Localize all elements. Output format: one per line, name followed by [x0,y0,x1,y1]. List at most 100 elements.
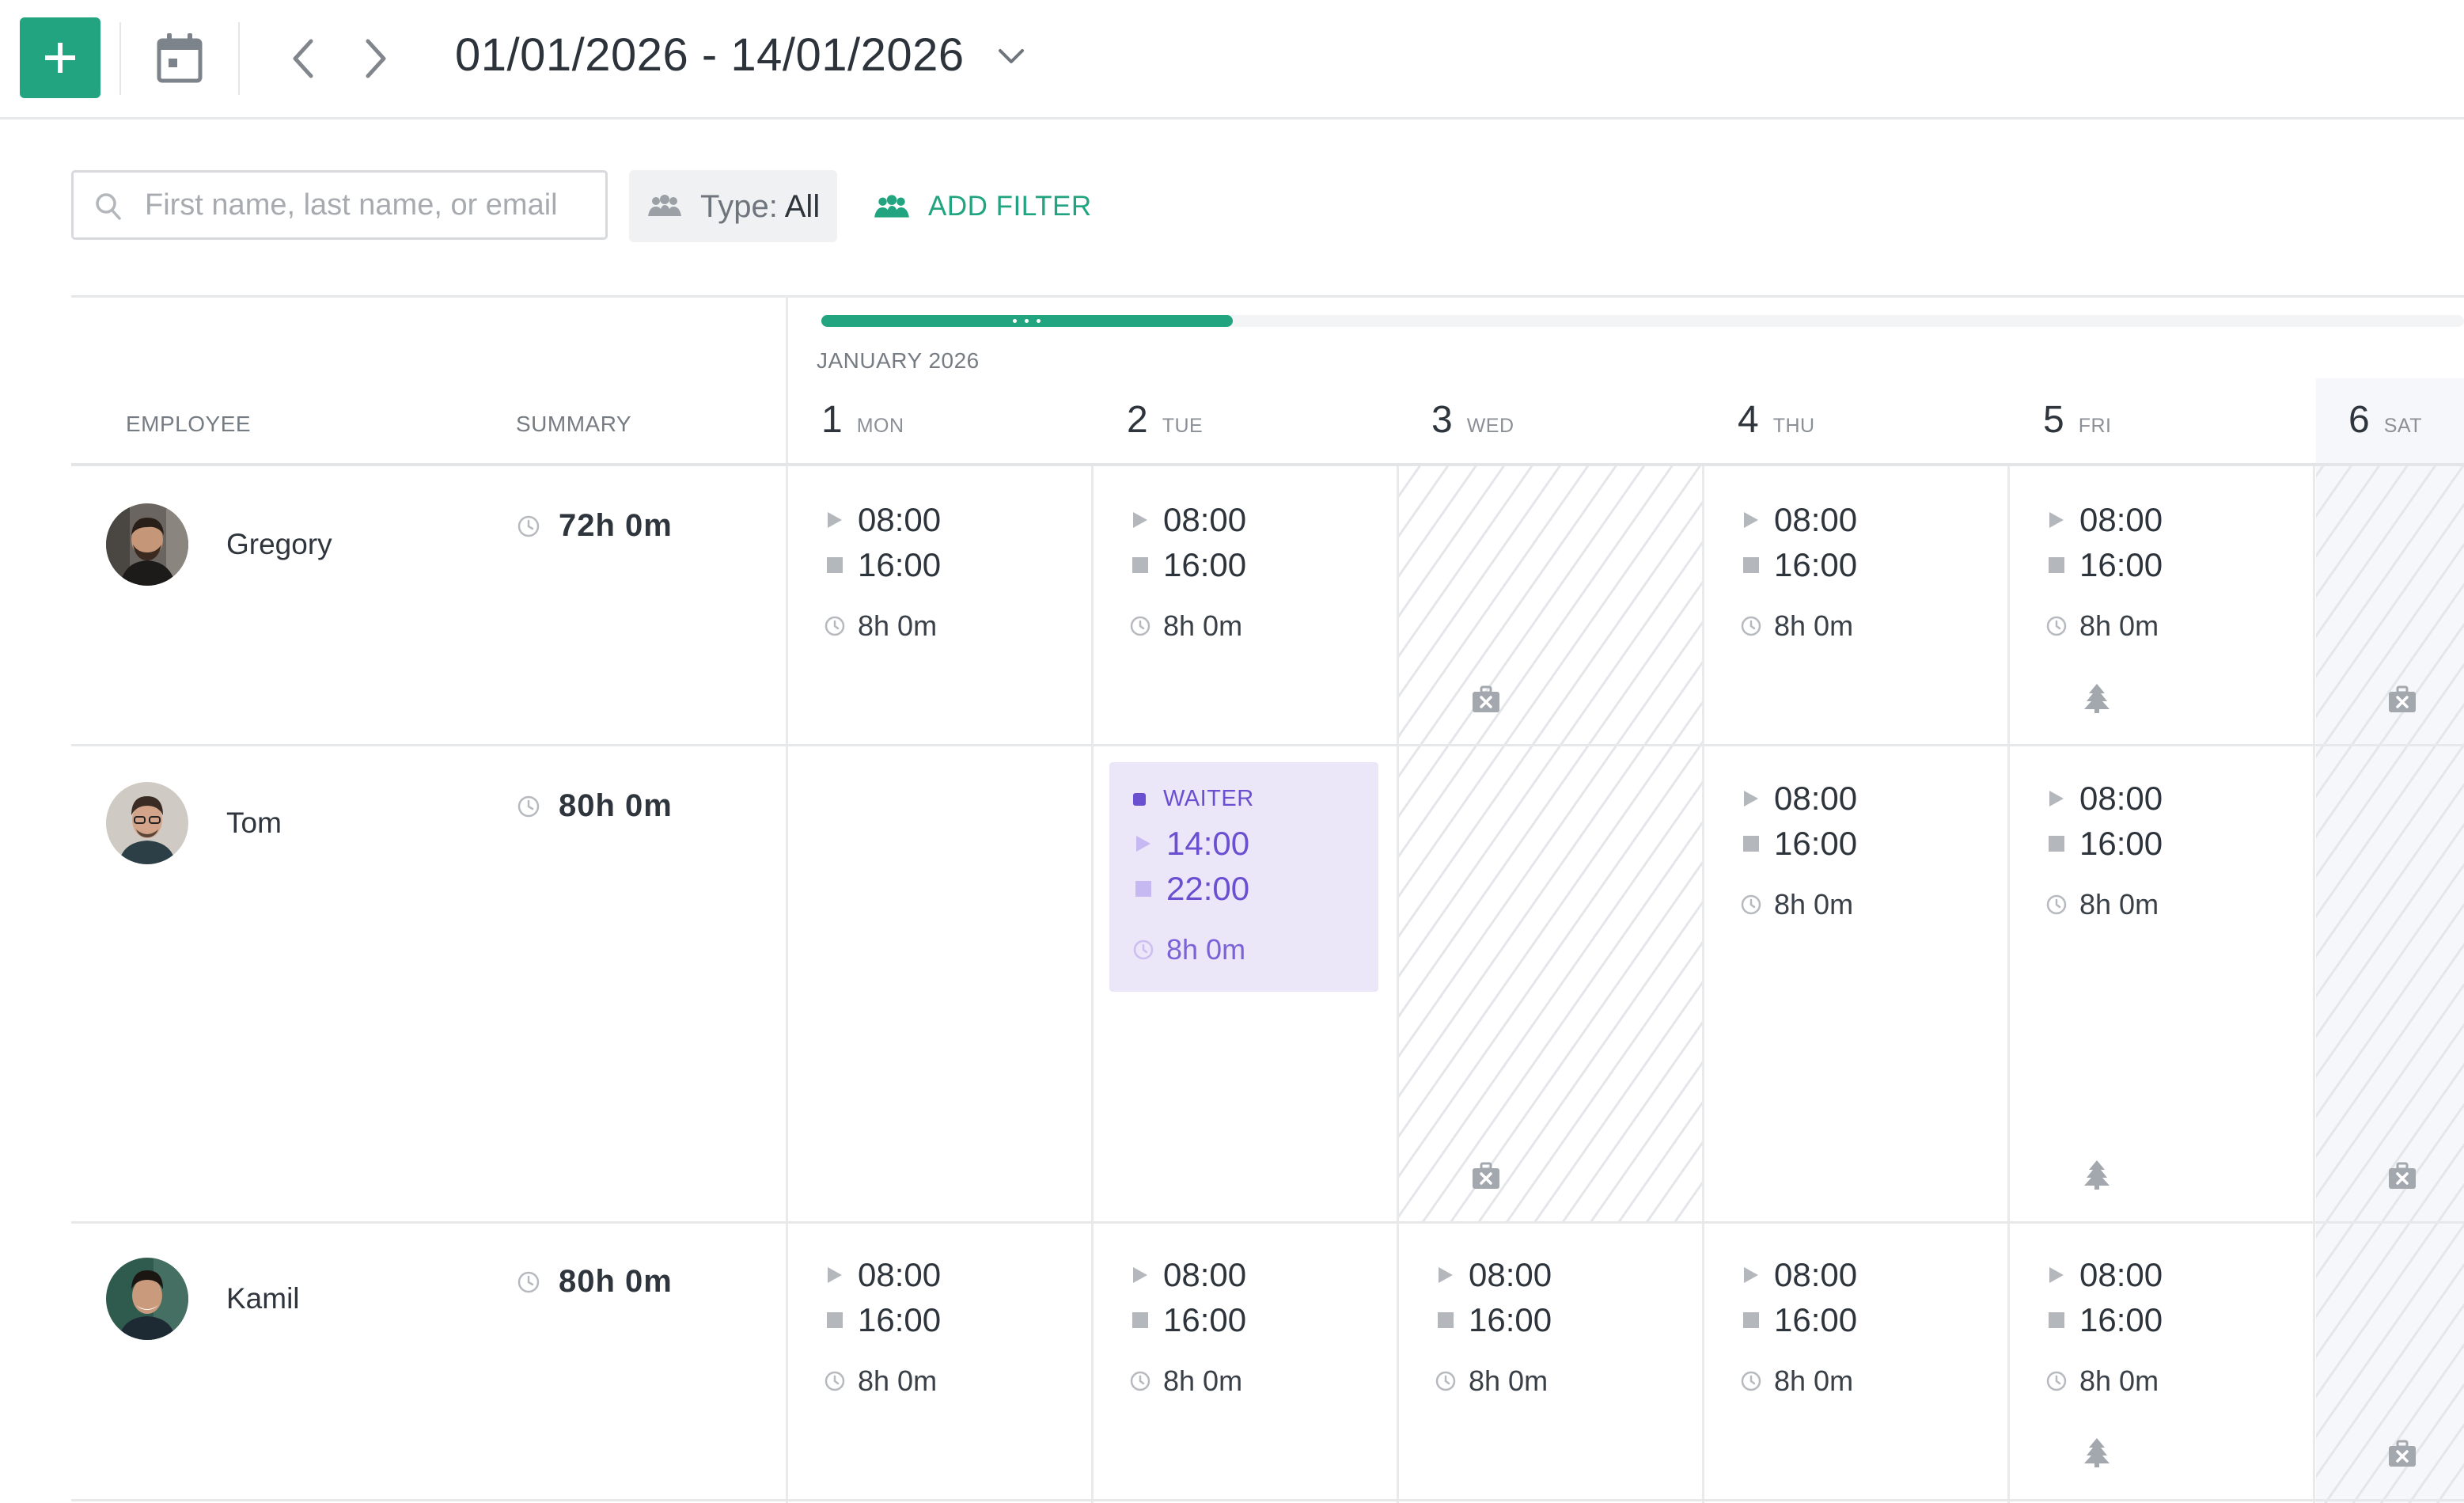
shift-start: 08:00 [2045,500,2163,540]
employee-summary: 72h 0m [516,508,673,544]
shift-duration-value: 8h 0m [1163,609,1243,642]
stop-icon [1739,1308,1763,1332]
shift-duration: 8h 0m [1739,885,1853,924]
day-name: SAT [2383,415,2422,437]
stop-icon [823,1308,847,1332]
shift-end: 16:00 [1739,1300,1857,1340]
date-range-label[interactable]: 01/01/2026 - 14/01/2026 [455,28,965,82]
shift-duration-value: 8h 0m [1166,933,1246,966]
medical-bag-icon [2389,1440,2416,1467]
day-number: 1 [821,399,843,441]
employee-name: Gregory [226,528,332,560]
stop-icon [1128,1308,1152,1332]
shift-end-time: 16:00 [858,546,942,583]
medical-bag-icon [2389,685,2416,712]
shift-end: 16:00 [2045,545,2163,585]
shift-end-time: 16:00 [1163,546,1247,583]
shift-start: 08:00 [823,1255,941,1295]
shift-end: 16:00 [1739,824,1857,863]
clock-icon [2045,893,2068,917]
employee-column-header: EMPLOYEE [126,412,252,436]
shift-duration-value: 8h 0m [2079,888,2159,920]
employee-name: Tom [226,807,282,839]
add-filter-button[interactable]: ADD FILTER [873,187,1092,226]
medical-bag-icon [1473,685,1499,712]
day-name: THU [1772,415,1815,437]
shift-duration: 8h 0m [1128,606,1242,646]
shift-start-time: 08:00 [858,501,942,538]
shift-end-time: 22:00 [1166,870,1250,907]
summary-hours: 80h 0m [559,788,673,823]
shift-duration-value: 8h 0m [858,609,938,642]
stop-icon [1128,553,1152,577]
stop-icon [2045,553,2068,577]
date-range-dropdown[interactable] [995,44,1027,68]
shift-end-time: 16:00 [1469,1301,1552,1338]
type-filter-value: All [784,189,821,224]
next-period-button[interactable] [354,35,394,82]
search-input[interactable]: First name, last name, or email [71,170,608,240]
clock-icon [823,614,847,638]
shift-duration: 8h 0m [2045,606,2159,646]
summary-hours: 80h 0m [559,1264,673,1299]
employee-tom[interactable]: Tom [106,780,282,867]
day-header-mon: 1 MON [821,398,904,442]
summary-hours: 72h 0m [559,508,673,543]
stop-icon [1739,832,1763,856]
day-name: FRI [2078,415,2112,437]
summary-column-header: SUMMARY [516,412,632,436]
shift-start-time: 08:00 [1163,501,1247,538]
medical-bag-icon [1473,1162,1499,1189]
day-header-wed: 3 WED [1431,398,1514,442]
shift-card-waiter[interactable]: WAITER 14:00 22:00 8h 0m [1109,762,1378,992]
tree-icon [2084,684,2110,713]
shift-duration: 8h 0m [1132,930,1245,970]
shift-start-time: 14:00 [1166,825,1250,862]
clock-icon [1128,614,1152,638]
shift-duration: 8h 0m [1434,1361,1548,1401]
day-name: MON [856,415,904,437]
day-number: 5 [2043,399,2064,441]
shift-end-time: 16:00 [1774,1301,1858,1338]
column-divider [1397,466,1399,1503]
shift-end-time: 16:00 [1163,1301,1247,1338]
shift-duration-value: 8h 0m [1469,1364,1549,1397]
avatar [106,782,188,864]
tree-icon [2084,1438,2110,1467]
sat-weekend-area [2316,466,2464,1503]
calendar-button[interactable] [155,32,204,84]
clock-icon [1739,614,1763,638]
shift-duration-value: 8h 0m [1163,1364,1243,1397]
shift-duration-value: 8h 0m [2079,1364,2159,1397]
employee-summary: 80h 0m [516,788,673,824]
shift-duration: 8h 0m [2045,885,2159,924]
add-shift-button[interactable] [20,17,100,98]
shift-start-time: 08:00 [1163,1256,1247,1293]
plus-icon [45,43,75,73]
shift-start: 08:00 [1128,1255,1246,1295]
row-divider [71,1499,2464,1501]
type-filter-label: Type: All [700,189,820,225]
scroll-handle-icon[interactable] [1010,317,1044,325]
type-filter-button[interactable]: Type: All [629,170,837,242]
shift-duration-value: 8h 0m [858,1364,938,1397]
people-icon [648,195,681,216]
shift-start: 08:00 [2045,779,2163,818]
shift-duration: 8h 0m [823,1361,937,1401]
header-bottom-border [71,463,2464,466]
previous-period-button[interactable] [285,35,324,82]
employee-gregory[interactable]: Gregory [106,501,332,588]
shift-duration: 8h 0m [823,606,937,646]
day-header-thu: 4 THU [1738,398,1815,442]
shift-duration-value: 8h 0m [1774,1364,1854,1397]
shift-end-time: 16:00 [1774,825,1858,862]
play-icon [1132,832,1155,856]
medical-bag-icon [2389,1162,2416,1189]
play-icon [2045,787,2068,810]
stop-icon [2045,1308,2068,1332]
day-number: 4 [1738,399,1759,441]
clock-icon [823,1369,847,1393]
shift-start: 14:00 [1132,824,1249,863]
employee-kamil[interactable]: Kamil [106,1255,300,1342]
column-divider [1702,466,1704,1503]
